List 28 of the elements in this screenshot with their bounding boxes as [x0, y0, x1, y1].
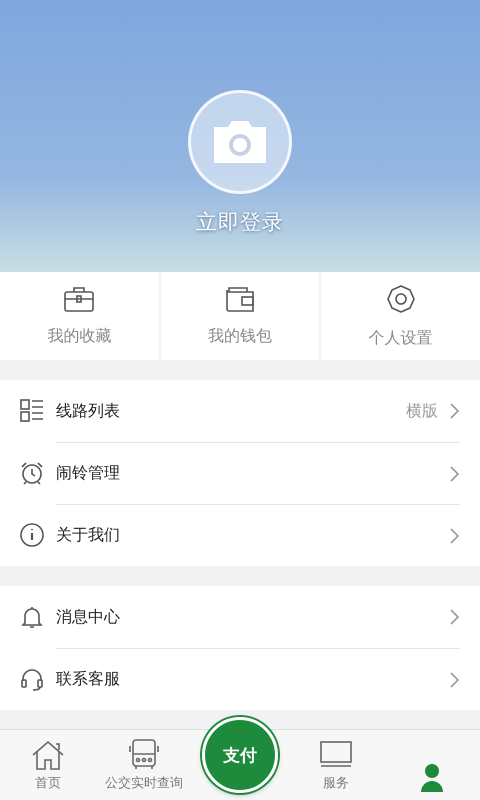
- menu-item[interactable]: 关于我们: [0, 504, 480, 566]
- quick-action[interactable]: 个人设置: [321, 272, 480, 360]
- tab-item[interactable]: 公交实时查询: [96, 730, 192, 800]
- gear-icon: [386, 284, 416, 314]
- chevron-right-icon: [450, 403, 460, 419]
- menu-item[interactable]: 消息中心: [0, 586, 480, 648]
- headset-icon: [20, 667, 44, 691]
- quick-action[interactable]: 我的钱包: [160, 272, 320, 360]
- monitor-icon: [319, 740, 353, 770]
- wallet-icon: [224, 286, 255, 312]
- info-icon: [20, 523, 44, 547]
- home-icon: [31, 740, 65, 770]
- chevron-right-icon: [450, 672, 460, 688]
- menu-item[interactable]: 闹铃管理: [0, 442, 480, 504]
- briefcase-icon: [64, 286, 94, 312]
- chevron-right-icon: [450, 528, 460, 544]
- menu-item[interactable]: 联系客服: [0, 648, 480, 710]
- tab-item[interactable]: 首页: [0, 730, 96, 800]
- chevron-right-icon: [450, 466, 460, 482]
- bell-icon: [20, 605, 44, 629]
- chevron-right-icon: [450, 609, 460, 625]
- alarm-clock-icon: [20, 461, 44, 485]
- quick-action[interactable]: 我的收藏: [0, 272, 159, 360]
- menu-item[interactable]: 线路列表 横版: [0, 380, 480, 442]
- pay-button[interactable]: 支付: [202, 717, 278, 793]
- list-icon: [20, 399, 44, 423]
- tab-item[interactable]: 服务: [288, 730, 384, 800]
- bus-icon: [127, 738, 161, 770]
